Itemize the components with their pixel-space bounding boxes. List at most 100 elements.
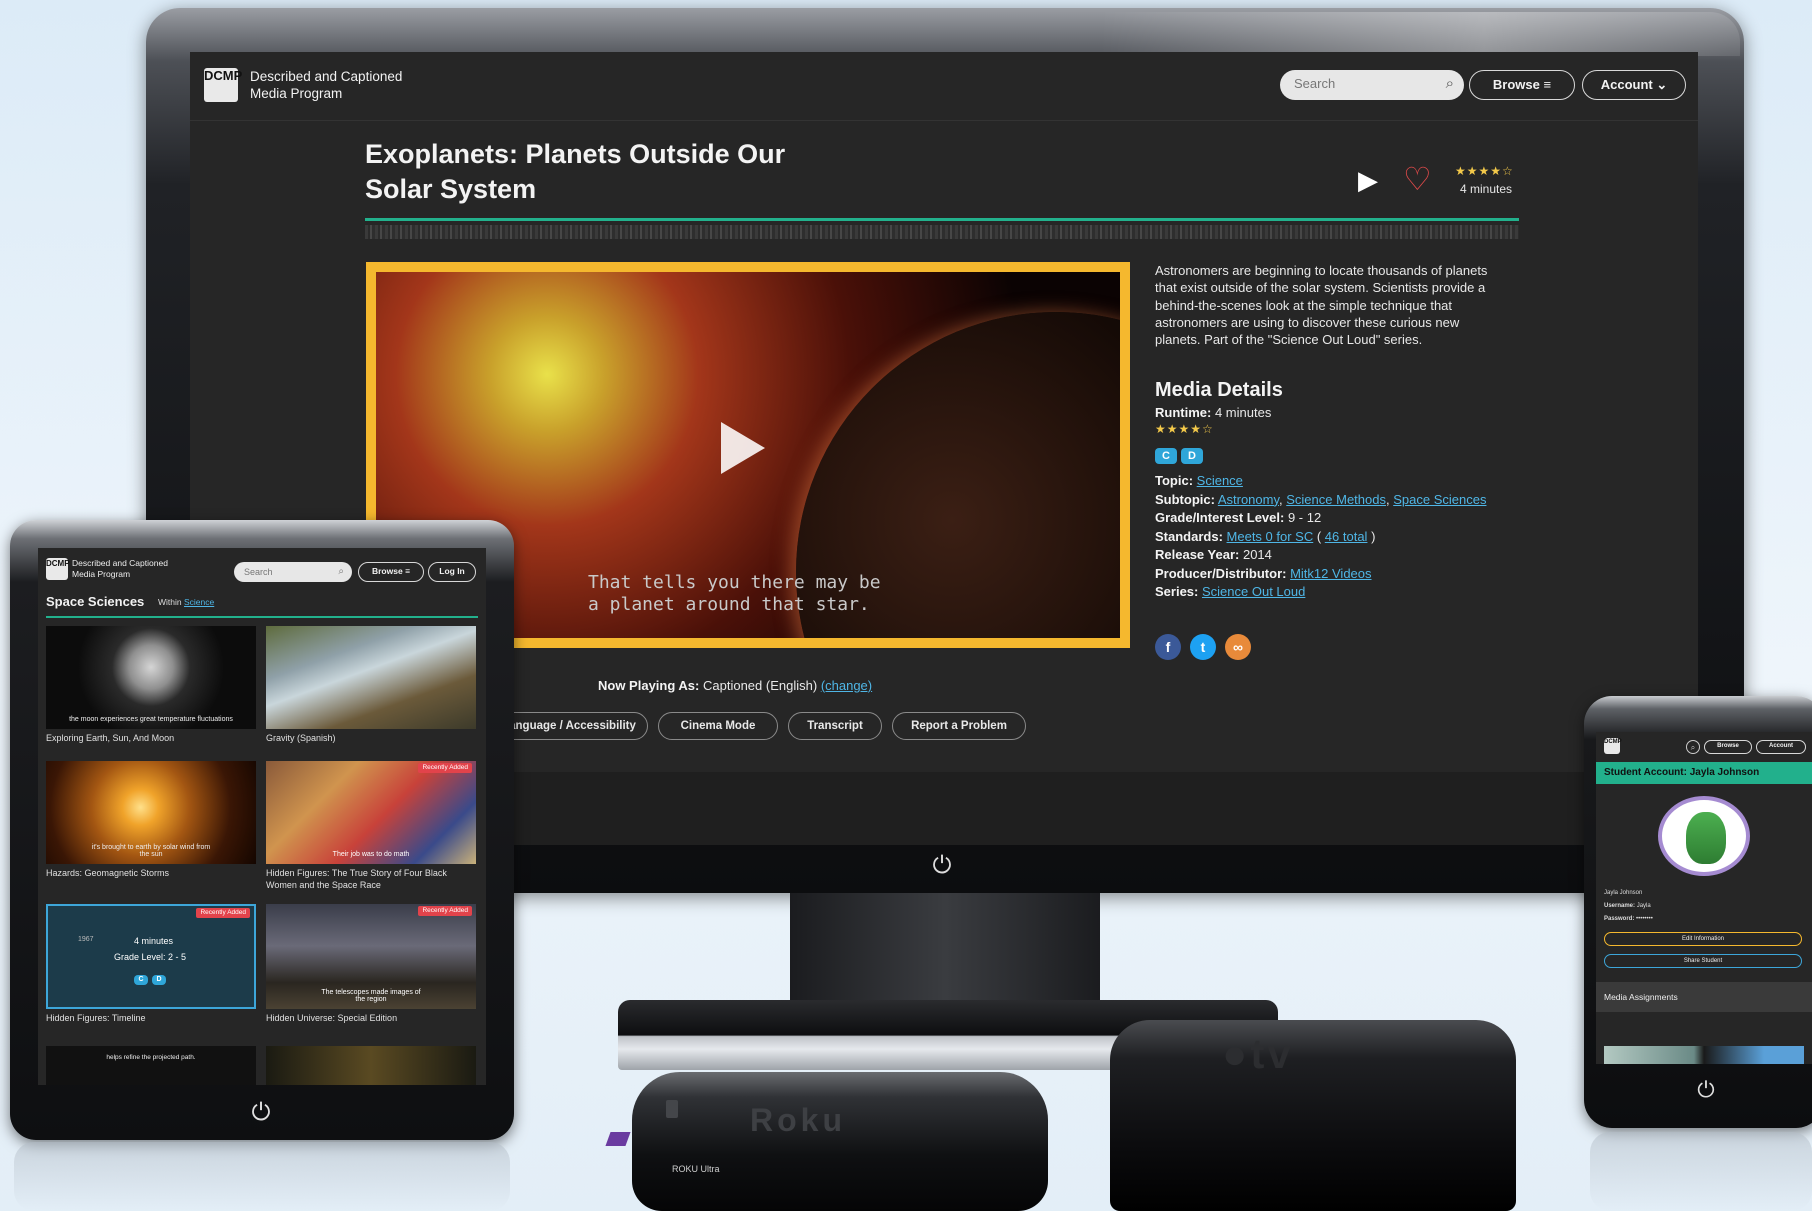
now-playing-value: Captioned (English) bbox=[703, 678, 818, 693]
recently-added-badge: Recently Added bbox=[196, 908, 250, 918]
video-title[interactable]: Hidden Universe: Special Edition bbox=[266, 1012, 476, 1024]
play-icon[interactable] bbox=[721, 422, 765, 474]
page-title: Exoplanets: Planets Outside Our Solar Sy… bbox=[365, 137, 785, 207]
transcript-button[interactable]: Transcript bbox=[788, 712, 882, 740]
account-button[interactable]: Account ⌄ bbox=[1582, 70, 1686, 100]
video-thumbnail[interactable] bbox=[266, 626, 476, 729]
facebook-icon[interactable]: f bbox=[1155, 634, 1181, 660]
hover-minutes: 4 minutes bbox=[134, 936, 174, 946]
video-title[interactable]: Hidden Figures: The True Story of Four B… bbox=[266, 867, 476, 891]
tablet-login-button[interactable]: Log In bbox=[428, 562, 476, 582]
video-thumbnail[interactable]: Recently Added The telescopes made image… bbox=[266, 904, 476, 1009]
standards-row: Standards: Meets 0 for SC ( 46 total ) bbox=[1155, 528, 1376, 544]
apple-logo-icon: ●tv bbox=[1222, 1030, 1294, 1077]
tablet-browse-button[interactable]: Browse ≡ bbox=[358, 562, 424, 582]
tablet-search-input[interactable]: Search ⌕ bbox=[234, 562, 352, 582]
report-problem-button[interactable]: Report a Problem bbox=[892, 712, 1026, 740]
tablet-screen: DCMP Described and Captioned Media Progr… bbox=[38, 548, 486, 1085]
video-title[interactable]: Hazards: Geomagnetic Storms bbox=[46, 867, 256, 879]
standards-link[interactable]: Meets 0 for SC bbox=[1227, 529, 1314, 544]
within-link[interactable]: Science bbox=[184, 597, 214, 607]
phone-account-button[interactable]: Account bbox=[1756, 740, 1806, 754]
student-name: Jayla Johnson bbox=[1604, 890, 1643, 896]
series-link[interactable]: Science Out Loud bbox=[1202, 584, 1305, 599]
password-row: Password: •••••••• bbox=[1604, 913, 1653, 926]
share-link-icon[interactable]: ∞ bbox=[1225, 634, 1251, 660]
apple-tv-box: ●tv bbox=[1110, 1020, 1516, 1211]
video-thumbnail[interactable]: it's brought to earth by solar wind from… bbox=[46, 761, 256, 864]
monitor-stand-neck bbox=[790, 893, 1100, 1003]
tablet-search-icon: ⌕ bbox=[338, 566, 344, 577]
logo-text: Described and Captioned Media Program bbox=[250, 68, 402, 102]
video-thumbnail[interactable]: helps refine the projected path. bbox=[46, 1046, 256, 1085]
standards-total-link[interactable]: 46 total bbox=[1325, 529, 1368, 544]
within-label: Within bbox=[158, 597, 182, 607]
hover-badge-d: D bbox=[152, 975, 166, 985]
producer-link[interactable]: Mitk12 Videos bbox=[1290, 566, 1371, 581]
assignment-thumbnails[interactable] bbox=[1604, 1046, 1804, 1064]
video-title[interactable]: Exploring Earth, Sun, And Moon bbox=[46, 732, 256, 744]
search-input[interactable]: Search ⌕ bbox=[1280, 70, 1464, 100]
cinema-mode-button[interactable]: Cinema Mode bbox=[658, 712, 778, 740]
runtime-value: 4 minutes bbox=[1214, 405, 1272, 420]
phone-browse-label: Browse bbox=[1717, 743, 1739, 749]
change-link[interactable]: (change) bbox=[821, 678, 872, 693]
topic-label: Topic: bbox=[1155, 473, 1194, 488]
tablet-menu-icon: ≡ bbox=[405, 566, 411, 576]
share-student-button[interactable]: Share Student bbox=[1604, 954, 1802, 968]
media-details-heading: Media Details bbox=[1155, 379, 1283, 401]
tablet-logo-text: Described and Captioned Media Program bbox=[72, 558, 168, 580]
thumbnail-overlay-text: helps refine the projected path. bbox=[106, 1054, 196, 1061]
password-value: •••••••• bbox=[1636, 916, 1653, 922]
release-label: Release Year: bbox=[1155, 547, 1240, 562]
thumbnail-overlay-text: it's brought to earth by solar wind from… bbox=[91, 844, 211, 858]
phone-account-label: Account bbox=[1769, 743, 1793, 749]
search-icon: ⌕ bbox=[1445, 75, 1454, 92]
hover-year: 1967 bbox=[78, 936, 94, 943]
phone-search-icon[interactable]: ⌕ bbox=[1686, 740, 1700, 754]
thumbnail-overlay-text: Their job was to do math bbox=[332, 851, 410, 858]
video-thumbnail[interactable]: the moon experiences great temperature f… bbox=[46, 626, 256, 729]
subtitle-line-1: That tells you there may be bbox=[588, 572, 881, 593]
subtopic-row: Subtopic: Astronomy, Science Methods, Sp… bbox=[1155, 491, 1487, 507]
video-title[interactable]: Hidden Figures: Timeline bbox=[46, 1012, 256, 1024]
recently-added-badge: Recently Added bbox=[418, 763, 472, 773]
topic-link[interactable]: Science bbox=[1197, 473, 1243, 488]
subtopic-link-astronomy[interactable]: Astronomy bbox=[1218, 492, 1279, 507]
video-thumbnail-hovered[interactable]: Recently Added 1967 4 minutes Grade Leve… bbox=[46, 904, 256, 1009]
tablet-logo[interactable]: DCMP bbox=[46, 558, 70, 580]
grade-row: Grade/Interest Level: 9 - 12 bbox=[1155, 509, 1495, 528]
tablet-divider bbox=[46, 616, 478, 618]
series-label: Series: bbox=[1155, 584, 1199, 599]
subtitle-line-2: a planet around that star. bbox=[588, 594, 870, 615]
details-rating-stars: ★★★★☆ bbox=[1155, 422, 1214, 436]
favorite-heart-icon[interactable]: ♡ bbox=[1403, 162, 1443, 196]
media-description: Astronomers are beginning to locate thou… bbox=[1155, 263, 1488, 348]
grade-label: Grade/Interest Level: bbox=[1155, 510, 1285, 525]
subtopic-link-space[interactable]: Space Sciences bbox=[1393, 492, 1486, 507]
browse-button[interactable]: Browse ≡ bbox=[1469, 70, 1575, 100]
dcmp-logo[interactable]: DCMP bbox=[204, 68, 242, 102]
phone-logo[interactable]: DCMP bbox=[1604, 738, 1622, 754]
video-subtitles: That tells you there may be a planet aro… bbox=[588, 572, 881, 616]
video-title[interactable]: Gravity (Spanish) bbox=[266, 732, 476, 744]
video-thumbnail[interactable]: Recently Added Their job was to do math bbox=[266, 761, 476, 864]
duration-label: 4 minutes bbox=[1460, 182, 1513, 196]
phone-browse-button[interactable]: Browse bbox=[1704, 740, 1752, 754]
accessibility-badges: CD bbox=[1155, 446, 1207, 464]
add-to-playlist-icon[interactable]: ▶ bbox=[1358, 166, 1398, 194]
site-header: DCMP Described and Captioned Media Progr… bbox=[190, 52, 1698, 121]
release-value: 2014 bbox=[1242, 547, 1272, 562]
video-thumbnail[interactable] bbox=[266, 1046, 476, 1085]
edit-information-button[interactable]: Edit Information bbox=[1604, 932, 1802, 946]
username-label: Username: bbox=[1604, 903, 1636, 909]
subtopic-link-methods[interactable]: Science Methods bbox=[1286, 492, 1386, 507]
producer-row: Producer/Distributor: Mitk12 Videos bbox=[1155, 565, 1495, 584]
thumbnail-overlay-text: The telescopes made images of the region bbox=[321, 989, 421, 1003]
category-heading: Space Sciences bbox=[46, 594, 145, 609]
media-assignments-header: Media Assignments bbox=[1596, 982, 1812, 1012]
hover-grade: Grade Level: 2 - 5 bbox=[114, 952, 187, 962]
grade-value: 9 - 12 bbox=[1287, 510, 1322, 525]
twitter-icon[interactable]: t bbox=[1190, 634, 1216, 660]
title-line-1: Exoplanets: Planets Outside Our bbox=[365, 139, 786, 169]
